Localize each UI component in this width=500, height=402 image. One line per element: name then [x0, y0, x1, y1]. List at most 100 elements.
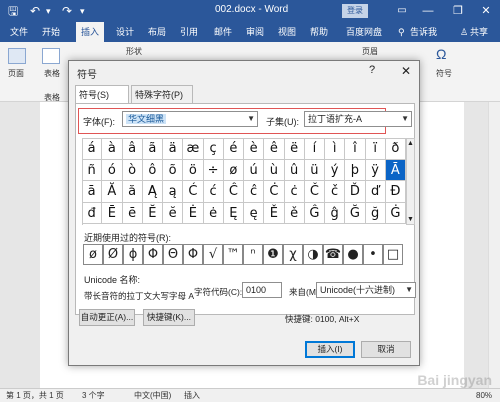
- tab-view[interactable]: 视图: [276, 22, 298, 42]
- symbol-cell[interactable]: Ğ: [345, 202, 366, 224]
- tab-layout[interactable]: 布局: [146, 22, 168, 42]
- recent-symbol-cell[interactable]: Θ: [163, 244, 183, 265]
- symbol-cell[interactable]: Ě: [264, 202, 285, 224]
- symbol-cell[interactable]: Ć: [183, 181, 204, 203]
- recent-symbol-cell[interactable]: Φ: [183, 244, 203, 265]
- restore-button[interactable]: ❐: [446, 2, 470, 20]
- tab-insert[interactable]: 插入: [76, 22, 104, 42]
- symbol-cell[interactable]: ó: [102, 159, 123, 181]
- from-select[interactable]: Unicode(十六进制) ▼: [316, 282, 416, 298]
- symbol-cell[interactable]: ă: [122, 181, 143, 203]
- symbol-cell[interactable]: Ă: [102, 181, 123, 203]
- recent-symbol-cell[interactable]: Ø: [103, 244, 123, 265]
- scroll-down-icon[interactable]: ▼: [407, 216, 414, 223]
- tab-review[interactable]: 审阅: [244, 22, 266, 42]
- symbol-cell[interactable]: ç: [203, 138, 224, 160]
- vertical-scrollbar[interactable]: [488, 102, 500, 388]
- symbol-cell[interactable]: Č: [304, 181, 325, 203]
- login-button[interactable]: 登录: [342, 4, 368, 18]
- tab-symbols[interactable]: 符号(S): [75, 85, 129, 104]
- symbol-cell[interactable]: ę: [244, 202, 265, 224]
- symbol-cell[interactable]: ð: [385, 138, 406, 160]
- recent-symbol-cell[interactable]: Φ: [143, 244, 163, 265]
- scroll-up-icon[interactable]: ▲: [407, 140, 414, 147]
- recent-symbol-cell[interactable]: ™: [223, 244, 243, 265]
- pages-icon[interactable]: [8, 48, 26, 64]
- symbol-cell[interactable]: ć: [203, 181, 224, 203]
- recent-symbol-cell[interactable]: √: [203, 244, 223, 265]
- font-select[interactable]: 华文细黑 ▼: [122, 111, 258, 127]
- redo-icon[interactable]: ↷: [62, 3, 72, 19]
- symbol-cell[interactable]: à: [102, 138, 123, 160]
- save-icon[interactable]: 🖫: [8, 3, 18, 19]
- customize-qa-icon[interactable]: ▾: [80, 3, 85, 19]
- close-button[interactable]: ✕: [474, 2, 498, 20]
- symbol-cell[interactable]: č: [325, 181, 346, 203]
- chevron-down-icon[interactable]: ▼: [405, 283, 413, 297]
- symbol-cell[interactable]: Ą: [142, 181, 163, 203]
- symbol-cell[interactable]: đ: [82, 202, 103, 224]
- tab-baidu-netdisk[interactable]: 百度网盘: [344, 22, 384, 42]
- recent-symbol-cell[interactable]: ϕ: [123, 244, 143, 265]
- symbol-cell[interactable]: ú: [244, 159, 265, 181]
- symbol-cell[interactable]: ö: [183, 159, 204, 181]
- language[interactable]: 中文(中国): [134, 389, 171, 402]
- symbol-cell[interactable]: ì: [325, 138, 346, 160]
- dialog-close-button[interactable]: ✕: [397, 63, 415, 79]
- chevron-down-icon[interactable]: ▼: [401, 112, 409, 126]
- symbol-cell[interactable]: û: [284, 159, 305, 181]
- symbol-cell[interactable]: ğ: [365, 202, 386, 224]
- symbol-cell[interactable]: Ĉ: [223, 181, 244, 203]
- symbol-cell[interactable]: ĕ: [163, 202, 184, 224]
- symbol-cell[interactable]: é: [223, 138, 244, 160]
- symbol-cell[interactable]: Ē: [102, 202, 123, 224]
- tell-me-search[interactable]: 告诉我: [408, 22, 439, 42]
- recent-symbol-cell[interactable]: □: [383, 244, 403, 265]
- symbol-cell[interactable]: ô: [142, 159, 163, 181]
- insert-button[interactable]: 插入(I): [305, 341, 355, 358]
- header-button-label[interactable]: 页眉: [362, 46, 378, 57]
- symbol-cell[interactable]: õ: [163, 159, 184, 181]
- recent-symbol-cell[interactable]: χ: [283, 244, 303, 265]
- table-icon[interactable]: [42, 48, 60, 64]
- symbol-cell[interactable]: î: [345, 138, 366, 160]
- symbol-cell[interactable]: ċ: [284, 181, 305, 203]
- char-code-input[interactable]: 0100: [242, 282, 282, 298]
- symbol-cell[interactable]: Ċ: [264, 181, 285, 203]
- table-button-label[interactable]: 表格: [44, 68, 60, 79]
- shortcut-key-button[interactable]: 快捷键(K)...: [143, 309, 195, 326]
- tab-mailings[interactable]: 邮件: [212, 22, 234, 42]
- shapes-button-label[interactable]: 形状: [126, 46, 142, 57]
- symbol-cell[interactable]: Đ: [385, 181, 406, 203]
- omega-icon[interactable]: Ω: [436, 46, 446, 62]
- recent-symbol-cell[interactable]: ☎: [323, 244, 343, 265]
- symbol-cell[interactable]: Ę: [223, 202, 244, 224]
- recent-symbol-cell[interactable]: •: [363, 244, 383, 265]
- symbol-cell[interactable]: ø: [223, 159, 244, 181]
- symbol-cell[interactable]: Ė: [183, 202, 204, 224]
- symbol-cell[interactable]: ê: [264, 138, 285, 160]
- cancel-button[interactable]: 取消: [361, 341, 411, 358]
- symbol-cell[interactable]: æ: [183, 138, 204, 160]
- symbol-cell[interactable]: ÷: [203, 159, 224, 181]
- symbol-cell[interactable]: Ā: [385, 159, 406, 181]
- tab-design[interactable]: 设计: [114, 22, 136, 42]
- tab-home[interactable]: 开始: [40, 22, 62, 42]
- symbol-cell[interactable]: ï: [365, 138, 386, 160]
- symbol-cell[interactable]: í: [304, 138, 325, 160]
- tab-file[interactable]: 文件: [8, 22, 30, 42]
- symbol-cell[interactable]: ą: [163, 181, 184, 203]
- symbol-cell[interactable]: ä: [163, 138, 184, 160]
- chevron-down-icon[interactable]: ▼: [247, 112, 255, 126]
- symbol-cell[interactable]: ď: [365, 181, 386, 203]
- tab-help[interactable]: 帮助: [308, 22, 330, 42]
- symbol-cell[interactable]: ù: [264, 159, 285, 181]
- recent-symbol-cell[interactable]: ◑: [303, 244, 323, 265]
- symbol-cell[interactable]: ÿ: [365, 159, 386, 181]
- symbol-cell[interactable]: þ: [345, 159, 366, 181]
- symbol-cell[interactable]: Ĝ: [304, 202, 325, 224]
- symbol-cell[interactable]: ý: [325, 159, 346, 181]
- subset-select[interactable]: 拉丁语扩充-A ▼: [304, 111, 412, 127]
- symbol-cell[interactable]: á: [82, 138, 103, 160]
- help-button[interactable]: ?: [369, 64, 375, 76]
